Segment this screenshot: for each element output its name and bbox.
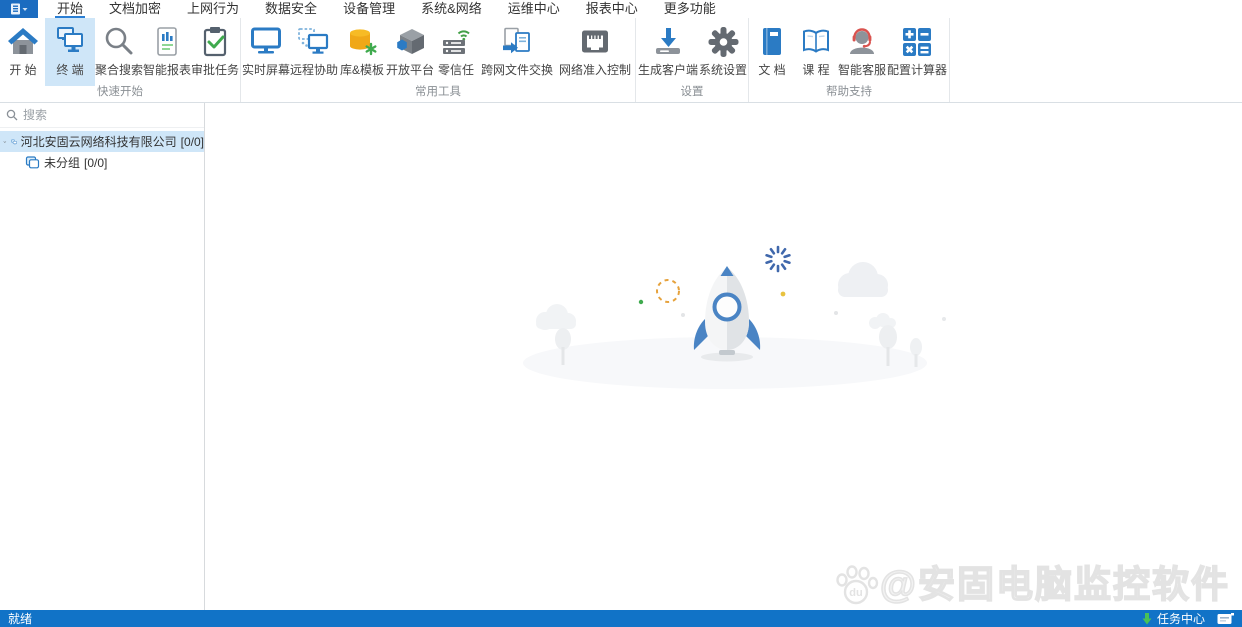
statusbar: 就绪 任务中心 (0, 610, 1242, 627)
ribbon-item-system-settings[interactable]: 系统设置 (699, 18, 747, 86)
chevron-down-icon[interactable] (3, 137, 7, 147)
tab-device-manage[interactable]: 设备管理 (330, 0, 408, 18)
ribbon-item-course[interactable]: 课 程 (794, 18, 838, 86)
ribbon-item-document[interactable]: 文 档 (750, 18, 794, 86)
ribbon-group-label: 设置 (637, 86, 747, 102)
tab-report-center[interactable]: 报表中心 (573, 0, 651, 18)
status-text: 就绪 (8, 610, 32, 627)
ribbon-item-aggregate-search[interactable]: 聚合搜索 (95, 18, 143, 86)
app-window: 开始 文档加密 上网行为 数据安全 设备管理 系统&网络 运维中心 报表中心 更… (0, 0, 1242, 627)
course-icon (798, 24, 834, 60)
tab-doc-encrypt[interactable]: 文档加密 (96, 0, 174, 18)
ribbon-group-common-tools: 实时屏幕 远程协助 (241, 18, 636, 102)
ribbon-item-cross-network-file[interactable]: 跨网文件交换 (478, 18, 556, 86)
ribbon-item-home[interactable]: 开 始 (1, 18, 45, 86)
ribbon-item-realtime-screen[interactable]: 实时屏幕 (242, 18, 290, 86)
search-input[interactable] (23, 108, 198, 122)
open-platform-icon (392, 24, 428, 60)
ribbon-item-smart-report[interactable]: 智能报表 (143, 18, 191, 86)
task-center-label: 任务中心 (1157, 610, 1205, 627)
terminal-tree-sidebar: 河北安固云网络科技有限公司 [0/0] 未分组 [0/0] (0, 103, 205, 610)
tree-node-label: 未分组 (44, 154, 80, 171)
ribbon-item-zero-trust[interactable]: 零信任 (434, 18, 478, 86)
zero-trust-icon (438, 24, 474, 60)
tree-node-count: [0/0] (181, 135, 204, 149)
terminal-tree: 河北安固云网络科技有限公司 [0/0] 未分组 [0/0] (0, 128, 204, 173)
ribbon-group-settings: 生成客户端 系统设置 设置 (636, 18, 749, 102)
ribbon-item-terminal[interactable]: 终 端 (45, 18, 95, 86)
ribbon-item-open-platform[interactable]: 开放平台 (386, 18, 434, 86)
svg-text:du: du (849, 587, 862, 599)
tree-node-label: 河北安固云网络科技有限公司 (21, 133, 177, 150)
system-settings-icon (705, 24, 741, 60)
ribbon-toolbar: 开 始 终 端 聚 (0, 18, 1242, 103)
home-icon (5, 24, 41, 60)
smart-report-icon (149, 24, 185, 60)
tab-home[interactable]: 开始 (44, 0, 96, 18)
mini-screen-icon[interactable] (1217, 613, 1234, 625)
ribbon-item-approval-task[interactable]: 审批任务 (191, 18, 239, 86)
ribbon-item-remote-assist[interactable]: 远程协助 (290, 18, 338, 86)
tab-web-behavior[interactable]: 上网行为 (174, 0, 252, 18)
baidu-paw-icon: du (833, 564, 879, 606)
sidebar-search-row (0, 103, 204, 128)
tab-more[interactable]: 更多功能 (651, 0, 729, 18)
group-folder-icon (25, 156, 40, 169)
remote-assist-icon (296, 24, 332, 60)
generate-client-icon (650, 24, 686, 60)
main-panel: du @安固电脑监控软件 (205, 103, 1242, 610)
tab-data-security[interactable]: 数据安全 (252, 0, 330, 18)
watermark: du @安固电脑监控软件 (833, 564, 1230, 606)
smart-service-icon (844, 24, 880, 60)
watermark-text: @安固电脑监控软件 (880, 565, 1230, 605)
content-area: 河北安固云网络科技有限公司 [0/0] 未分组 [0/0] (0, 103, 1242, 610)
tab-ops-center[interactable]: 运维中心 (495, 0, 573, 18)
library-template-icon (344, 24, 380, 60)
document-icon (754, 24, 790, 60)
ribbon-group-label: 快速开始 (1, 86, 239, 102)
download-arrow-icon (1141, 612, 1153, 625)
menubar: 开始 文档加密 上网行为 数据安全 设备管理 系统&网络 运维中心 报表中心 更… (0, 0, 1242, 18)
tree-node-count: [0/0] (84, 156, 107, 170)
terminal-icon (52, 24, 88, 60)
ribbon-group-label: 常用工具 (242, 86, 634, 102)
task-center-button[interactable]: 任务中心 (1141, 610, 1205, 627)
empty-state-illustration (505, 223, 965, 403)
ribbon-item-config-calculator[interactable]: 配置计算器 (886, 18, 948, 86)
tab-system-network[interactable]: 系统&网络 (408, 0, 495, 18)
computer-group-icon (11, 135, 17, 149)
ribbon-item-generate-client[interactable]: 生成客户端 (637, 18, 699, 86)
aggregate-search-icon (101, 24, 137, 60)
app-menu-icon (9, 2, 29, 16)
config-calculator-icon (899, 24, 935, 60)
ribbon-group-help: 文 档 课 程 (749, 18, 950, 102)
tree-node-ungrouped[interactable]: 未分组 [0/0] (0, 152, 204, 173)
ribbon-item-network-access-control[interactable]: 网络准入控制 (556, 18, 634, 86)
ribbon-group-label: 帮助支持 (750, 86, 948, 102)
approval-task-icon (197, 24, 233, 60)
menu-tabs: 开始 文档加密 上网行为 数据安全 设备管理 系统&网络 运维中心 报表中心 更… (44, 0, 729, 18)
network-access-icon (577, 24, 613, 60)
ribbon-group-quick-start: 开 始 终 端 聚 (0, 18, 241, 102)
app-menu-button[interactable] (0, 0, 38, 18)
ribbon-item-smart-service[interactable]: 智能客服 (838, 18, 886, 86)
search-icon (6, 109, 18, 121)
ribbon-item-library-template[interactable]: 库&模板 (338, 18, 386, 86)
realtime-screen-icon (248, 24, 284, 60)
cross-network-file-icon (499, 24, 535, 60)
tree-node-company[interactable]: 河北安固云网络科技有限公司 [0/0] (0, 131, 204, 152)
